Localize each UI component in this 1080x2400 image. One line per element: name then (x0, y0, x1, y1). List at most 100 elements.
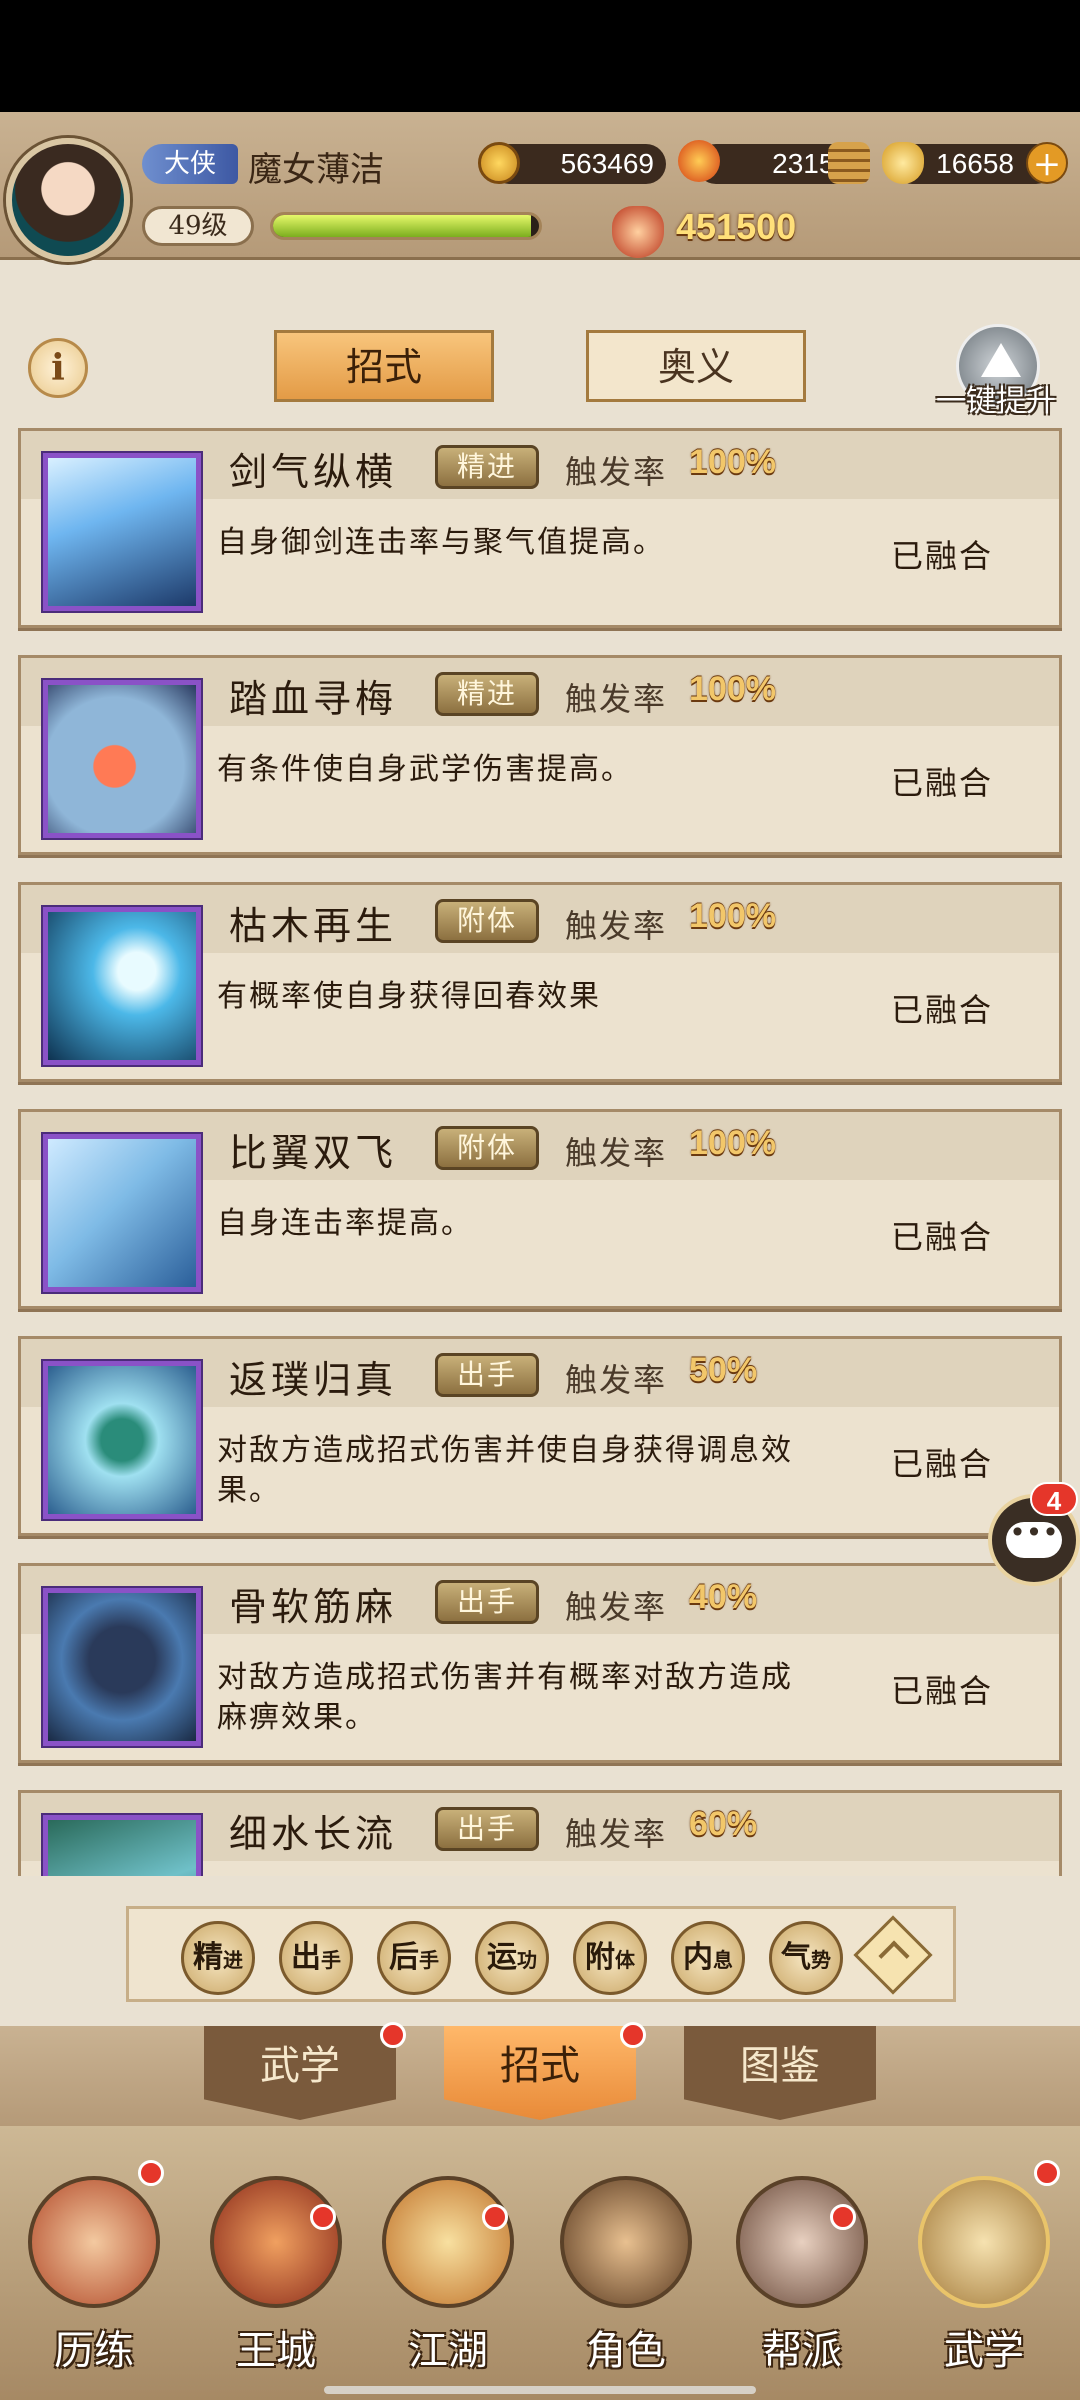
trigger-rate: 100% (689, 897, 776, 935)
nav-label: 历练 (54, 2328, 134, 2374)
skill-description: 对敌方造成招式伤害并有概率对敌方造成麻痹效果。 (217, 1660, 793, 1735)
combat-power: 451500 (676, 206, 797, 247)
trigger-rate-label: 触发率 (565, 907, 668, 945)
fusion-status: 已融合 (891, 1218, 994, 1256)
nav-martial-arts[interactable]: 武学 (904, 2158, 1064, 2378)
trigger-rate: 100% (689, 1124, 776, 1162)
filter-futi[interactable]: 附体 (573, 1921, 647, 1995)
trigger-rate: 100% (689, 443, 776, 481)
skill-name: 比翼双飞 (229, 1131, 398, 1175)
skill-card[interactable]: 骨软筋麻 出手 触发率 40% 对敌方造成招式伤害并有概率对敌方造成麻痹效果。 … (18, 1563, 1062, 1763)
skill-description: 有概率使自身获得回春效果 (217, 979, 601, 1014)
scroll-icon (28, 2176, 160, 2308)
nav-label: 帮派 (762, 2328, 842, 2374)
skill-card[interactable]: 剑气纵横 精进 触发率 100% 自身御剑连击率与聚气值提高。 已融合 (18, 428, 1062, 628)
sword-icon (382, 2176, 514, 2308)
fusion-status: 已融合 (891, 1445, 994, 1483)
nav-label: 武学 (944, 2328, 1024, 2374)
one-click-upgrade-button[interactable]: 一键提升 (936, 324, 1076, 424)
add-currency-button[interactable]: + (1026, 142, 1068, 184)
trigger-rate-label: 触发率 (565, 680, 668, 718)
notification-dot (138, 2160, 164, 2186)
skill-name: 骨软筋麻 (229, 1585, 398, 1629)
skill-name: 剑气纵横 (229, 450, 398, 494)
fusion-status: 已融合 (891, 991, 994, 1029)
fusion-status: 已融合 (891, 1672, 994, 1710)
palace-icon (210, 2176, 342, 2308)
notification-dot (620, 2022, 646, 2048)
trigger-rate-label: 触发率 (565, 1134, 668, 1172)
title-badge: 大侠 (142, 144, 238, 184)
notification-dot (310, 2204, 336, 2230)
filter-neixi[interactable]: 内息 (671, 1921, 745, 1995)
skill-card[interactable]: 枯木再生 附体 触发率 100% 有概率使自身获得回春效果 已融合 (18, 882, 1062, 1082)
skill-card[interactable]: 比翼双飞 附体 触发率 100% 自身连击率提高。 已融合 (18, 1109, 1062, 1309)
home-indicator (324, 2386, 756, 2394)
flame-icon (678, 140, 720, 182)
status-bar (0, 0, 1080, 112)
skill-type-filter-bar: 精进 出手 后手 运功 附体 内息 气势 (126, 1906, 956, 2002)
skill-tag: 出手 (435, 1580, 539, 1624)
exp-fill (273, 215, 532, 237)
upgrade-label: 一键提升 (936, 384, 1056, 419)
notification-dot (482, 2204, 508, 2230)
nav-label: 王城 (236, 2328, 316, 2374)
nav-royal-city[interactable]: 王城 (196, 2158, 356, 2378)
fusion-status: 已融合 (891, 764, 994, 802)
skill-description: 自身御剑连击率与聚气值提高。 (217, 525, 665, 560)
figure-silhouette-icon (43, 1588, 201, 1746)
nav-character[interactable]: 角色 (546, 2158, 706, 2378)
player-name: 魔女薄洁 (248, 150, 384, 190)
character-icon (560, 2176, 692, 2308)
trigger-rate-label: 触发率 (565, 1815, 668, 1853)
jade-swirl-icon (43, 1361, 201, 1519)
guild-icon (736, 2176, 868, 2308)
power-icon (612, 206, 664, 258)
skill-tag: 精进 (435, 672, 539, 716)
trigger-rate-label: 触发率 (565, 453, 668, 491)
twin-wings-icon (43, 1134, 201, 1292)
level-label: 49级 (142, 206, 254, 246)
skill-card[interactable]: 细水长流 出手 触发率 60% (18, 1790, 1062, 1876)
skill-tag: 精进 (435, 445, 539, 489)
nav-training[interactable]: 历练 (14, 2158, 174, 2378)
skill-description: 有条件使自身武学伤害提高。 (217, 752, 633, 787)
trigger-rate: 100% (689, 670, 776, 708)
plum-blossom-icon (43, 680, 201, 838)
skill-tag: 附体 (435, 1126, 539, 1170)
trigger-rate: 50% (689, 1351, 758, 1389)
filter-qishi[interactable]: 气势 (769, 1921, 843, 1995)
tab-moves[interactable]: 招式 (274, 330, 494, 402)
coin-icon (478, 142, 520, 184)
filter-houshou[interactable]: 后手 (377, 1921, 451, 1995)
stack-icon (828, 142, 870, 184)
skill-tag: 出手 (435, 1807, 539, 1851)
trigger-rate-label: 触发率 (565, 1588, 668, 1626)
notification-dot (1034, 2160, 1060, 2186)
trigger-rate: 60% (689, 1805, 758, 1843)
player-header: 大侠 魔女薄洁 49级 563469 23153 16658 + 451500 (0, 112, 1080, 262)
notification-dot (380, 2022, 406, 2048)
filter-chushou[interactable]: 出手 (279, 1921, 353, 1995)
filter-jingjin[interactable]: 精进 (181, 1921, 255, 1995)
info-button[interactable]: i (28, 338, 88, 398)
skill-list[interactable]: 剑气纵横 精进 触发率 100% 自身御剑连击率与聚气值提高。 已融合 踏血寻梅… (0, 424, 1080, 1876)
nav-label: 江湖 (408, 2328, 488, 2374)
tab-mysteries[interactable]: 奥义 (586, 330, 806, 402)
nav-guild[interactable]: 帮派 (722, 2158, 882, 2378)
withered-tree-icon (43, 907, 201, 1065)
trigger-rate: 40% (689, 1578, 758, 1616)
skill-tag: 附体 (435, 899, 539, 943)
filter-yungong[interactable]: 运功 (475, 1921, 549, 1995)
avatar[interactable] (6, 138, 130, 262)
scroll-stack-icon (918, 2176, 1050, 2308)
chat-icon: ••• (1006, 1519, 1062, 1558)
skill-card[interactable]: 返璞归真 出手 触发率 50% 对敌方造成招式伤害并使自身获得调息效果。 已融合 (18, 1336, 1062, 1536)
gold-ingot-icon (882, 142, 924, 184)
skill-card[interactable]: 踏血寻梅 精进 触发率 100% 有条件使自身武学伤害提高。 已融合 (18, 655, 1062, 855)
sword-skill-icon (43, 453, 201, 611)
nav-jianghu[interactable]: 江湖 (368, 2158, 528, 2378)
notification-dot (830, 2204, 856, 2230)
trigger-rate-label: 触发率 (565, 1361, 668, 1399)
skill-name: 细水长流 (229, 1812, 398, 1856)
